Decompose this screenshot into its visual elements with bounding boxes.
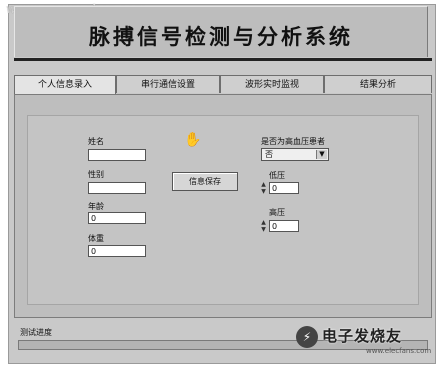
divider [14, 58, 432, 61]
chevron-down-icon[interactable]: ▼ [316, 150, 327, 159]
tab-personal-info[interactable]: 个人信息录入 [14, 75, 116, 95]
app-title: 脉搏信号检测与分析系统 [89, 24, 353, 49]
hypertension-value: 否 [265, 150, 273, 159]
hypertension-select[interactable]: 否 ▼ [261, 148, 329, 161]
form-panel: 姓名 性别 年龄 0 体重 0 是否为高血压患者 否 ▼ 低压 ▲ ▼ 0 高压 … [27, 115, 419, 305]
tab-serial-settings[interactable]: 串行通信设置 [116, 75, 220, 93]
hypertension-label: 是否为高血压患者 [261, 137, 325, 146]
title-banner: 脉搏信号检测与分析系统 [14, 6, 428, 57]
low-bp-stepper-icon[interactable]: ▲ ▼ [260, 181, 267, 195]
tab-bar: 个人信息录入 串行通信设置 波形实时监视 结果分析 [14, 75, 432, 95]
tab-waveform-monitor[interactable]: 波形实时监视 [220, 75, 324, 93]
save-info-button[interactable]: 信息保存 [172, 172, 238, 191]
weight-label: 体重 [88, 234, 104, 243]
tab-panel: 姓名 性别 年龄 0 体重 0 是否为高血压患者 否 ▼ 低压 ▲ ▼ 0 高压 … [14, 94, 432, 318]
high-bp-label: 高压 [269, 208, 285, 217]
logo-mark-icon: ⚡ [296, 326, 318, 348]
high-bp-stepper-icon[interactable]: ▲ ▼ [260, 219, 267, 233]
logo-url: www.elecfans.com [366, 347, 432, 355]
age-field[interactable]: 0 [88, 212, 146, 224]
gender-label: 性别 [88, 170, 104, 179]
logo-brand: 电子发烧友 [322, 327, 403, 345]
high-bp-field[interactable]: 0 [269, 220, 299, 232]
tab-result-analysis[interactable]: 结果分析 [324, 75, 432, 93]
name-field[interactable] [88, 149, 146, 161]
gender-field[interactable] [88, 182, 146, 194]
age-label: 年龄 [88, 202, 104, 211]
hand-cursor-icon: ✋ [184, 132, 202, 148]
weight-field[interactable]: 0 [88, 245, 146, 257]
elecfans-logo: ⚡ 电子发烧友 www.elecfans.com [296, 322, 436, 366]
progress-label: 测试进度 [20, 328, 52, 337]
low-bp-label: 低压 [269, 171, 285, 180]
name-label: 姓名 [88, 137, 104, 146]
low-bp-field[interactable]: 0 [269, 182, 299, 194]
